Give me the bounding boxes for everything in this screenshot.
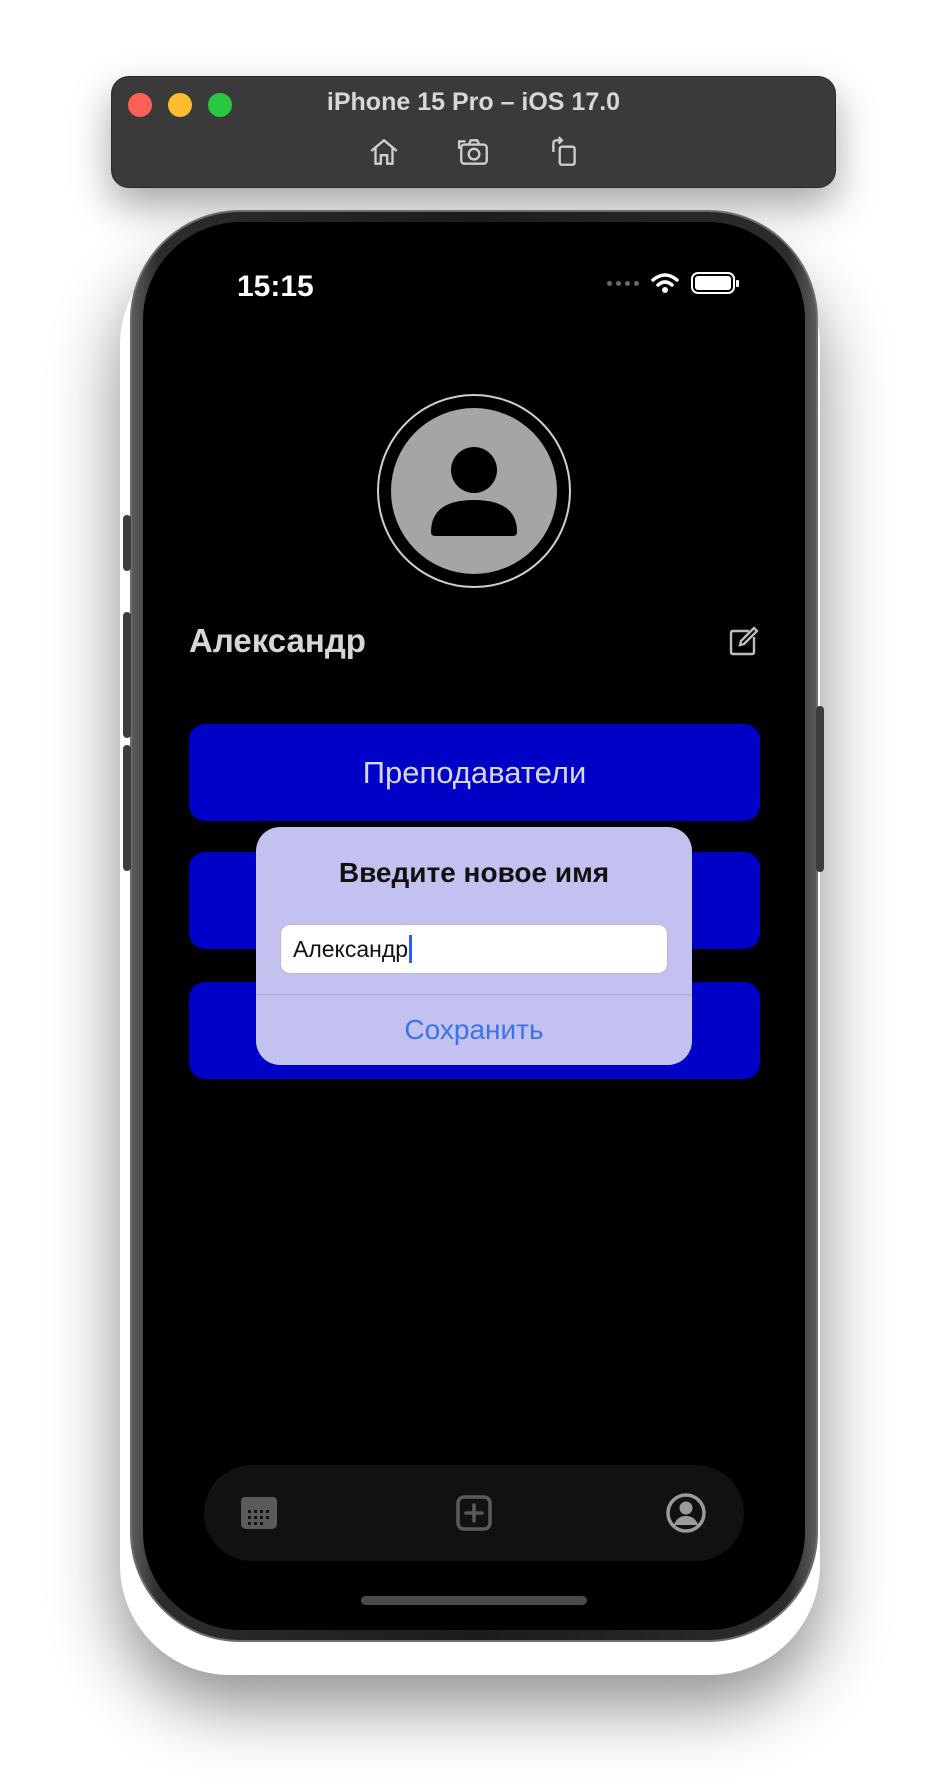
device-screen: 15:15 Александр Преподаватели Введите но… xyxy=(143,222,805,1630)
edit-name-icon[interactable] xyxy=(727,626,759,658)
cellular-signal-icon xyxy=(607,280,639,286)
volume-down-button[interactable] xyxy=(123,745,131,871)
volume-up-button[interactable] xyxy=(123,612,131,738)
person-icon xyxy=(391,408,557,574)
profile-name: Александр xyxy=(189,622,366,659)
simulator-toolbar: iPhone 15 Pro – iOS 17.0 xyxy=(111,76,836,188)
screenshot-icon[interactable] xyxy=(454,133,494,171)
power-button[interactable] xyxy=(816,706,824,872)
rotate-icon[interactable] xyxy=(544,133,584,171)
name-input-value: Александр xyxy=(293,935,409,962)
status-icons xyxy=(607,272,739,294)
home-icon[interactable] xyxy=(364,133,404,171)
simulator-title: iPhone 15 Pro – iOS 17.0 xyxy=(326,88,621,116)
profile-avatar[interactable] xyxy=(377,394,571,588)
wifi-icon xyxy=(651,273,679,293)
tab-bar xyxy=(204,1465,744,1561)
action-button[interactable] xyxy=(123,515,131,571)
name-input[interactable]: Александр xyxy=(280,924,668,974)
teachers-button[interactable]: Преподаватели xyxy=(189,724,760,821)
status-time: 15:15 xyxy=(237,270,314,303)
alert-title: Введите новое имя xyxy=(338,857,610,888)
home-indicator[interactable] xyxy=(361,1596,587,1605)
profile-circle-icon[interactable] xyxy=(664,1491,708,1535)
rename-alert: Введите новое имя Александр Сохранить xyxy=(256,827,692,1065)
save-button[interactable]: Сохранить xyxy=(256,995,692,1065)
add-square-icon[interactable] xyxy=(452,1491,496,1535)
text-caret xyxy=(409,935,413,963)
calendar-icon[interactable] xyxy=(237,1491,281,1535)
battery-icon xyxy=(691,272,739,294)
